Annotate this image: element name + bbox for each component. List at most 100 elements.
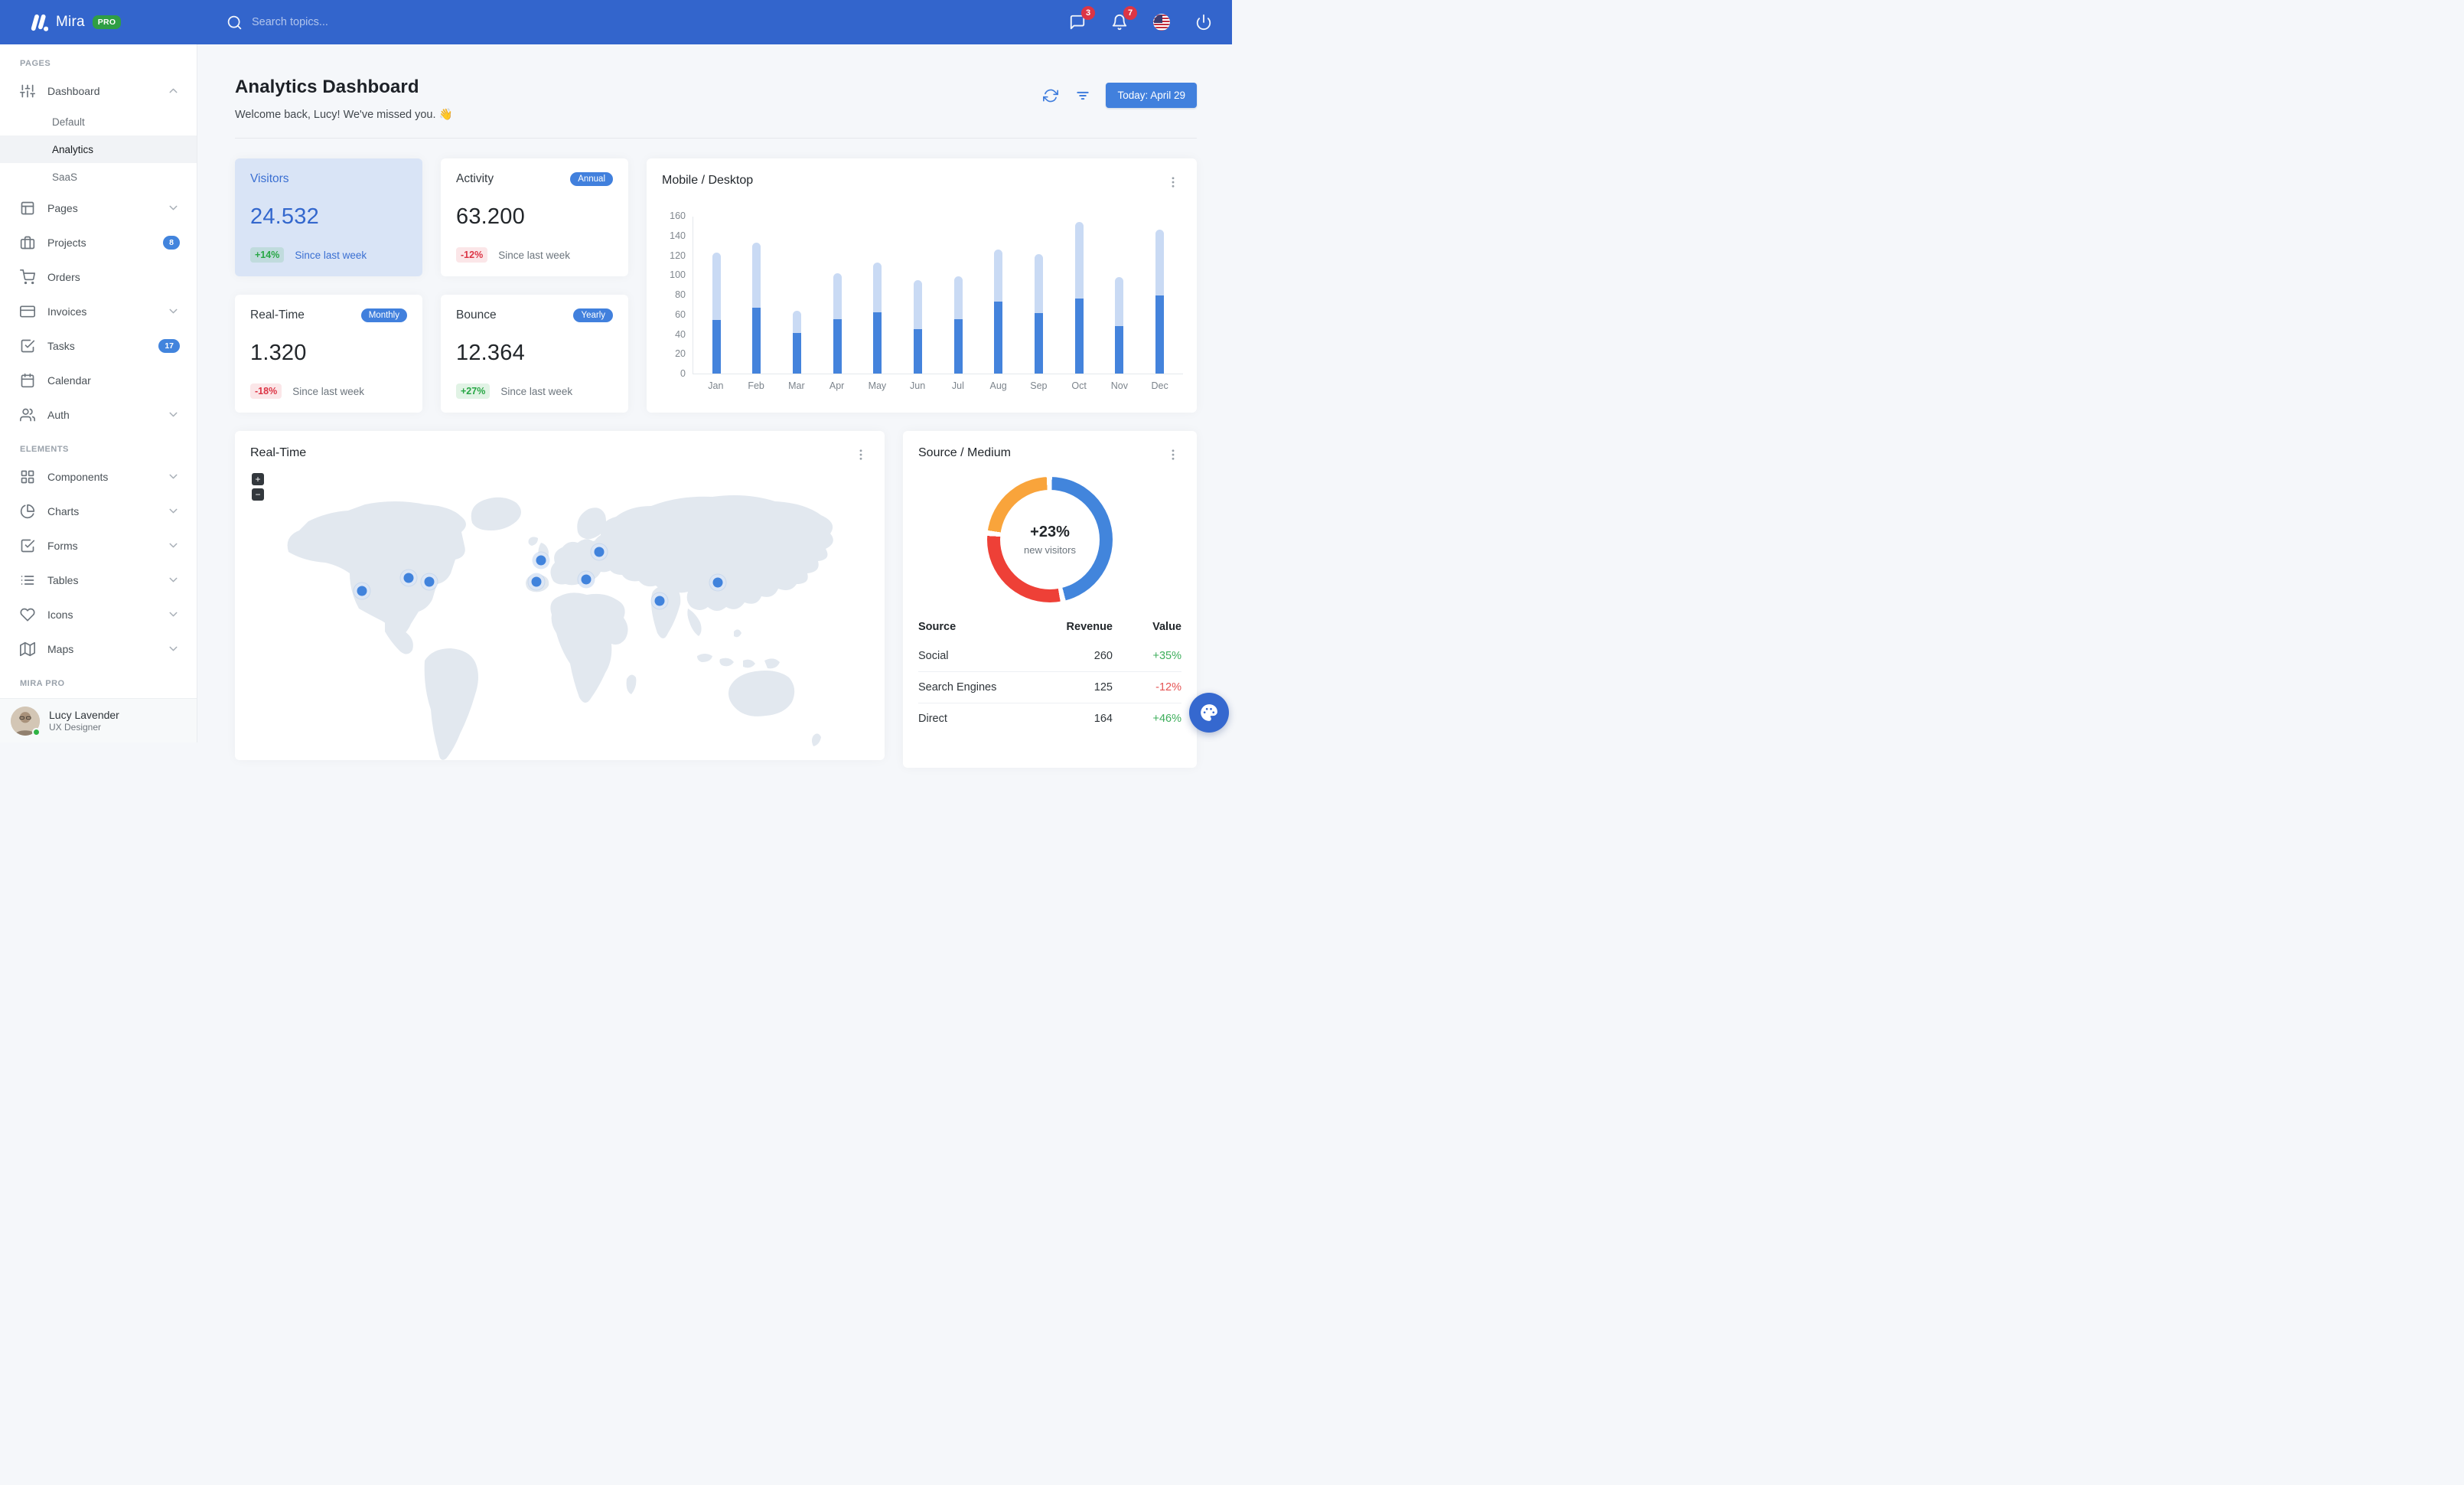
user-name: Lucy Lavender <box>49 708 119 721</box>
bar-dec <box>1155 230 1165 374</box>
y-axis-tick: 160 <box>670 211 686 221</box>
chart-menu-button[interactable] <box>1165 174 1181 191</box>
stat-value: 24.532 <box>250 204 319 229</box>
power-icon <box>1195 14 1212 31</box>
map-marker <box>594 547 605 557</box>
bar-sep <box>1035 254 1044 374</box>
navbar-actions: 3 7 <box>1067 6 1232 32</box>
y-axis-tick: 100 <box>670 269 686 281</box>
stat-title: Bounce <box>456 308 497 321</box>
chevron-down-icon <box>167 573 180 586</box>
filter-button[interactable] <box>1074 86 1092 105</box>
stat-caption: Since last week <box>500 385 573 397</box>
mobile-desktop-card: Mobile / Desktop 0 20 40 60 80 100 120 140 160 J… <box>647 158 1197 413</box>
more-vertical-icon <box>1166 448 1180 462</box>
stat-period-badge: Yearly <box>573 308 613 322</box>
bar-jan <box>712 252 721 374</box>
stat-value: 12.364 <box>456 340 525 365</box>
sidebar-item-components[interactable]: Components <box>0 459 197 494</box>
x-axis-label: Nov <box>1110 380 1128 391</box>
stat-delta-chip: +14% <box>250 247 285 263</box>
sidebar-subitem-default[interactable]: Default <box>0 108 197 135</box>
sidebar-item-tables[interactable]: Tables <box>0 563 197 597</box>
stat-title: Visitors <box>250 172 289 185</box>
stat-delta-chip: +27% <box>456 383 491 399</box>
x-axis-label: May <box>868 380 887 391</box>
stat-caption: Since last week <box>498 249 570 261</box>
sidebar-item-label: Invoices <box>47 305 87 318</box>
stat-caption: Since last week <box>295 249 367 261</box>
sidebar-subitem-analytics[interactable]: Analytics <box>0 135 197 163</box>
refresh-button[interactable] <box>1041 86 1060 105</box>
y-axis-tick: 80 <box>675 289 686 300</box>
chevron-down-icon <box>167 305 180 318</box>
header-divider <box>235 138 1197 139</box>
heart-icon <box>20 607 35 622</box>
stat-card-bounce: Bounce Yearly 12.364 +27% Since last week <box>441 295 628 413</box>
online-status-dot <box>32 727 41 736</box>
sidebar-item-charts[interactable]: Charts <box>0 494 197 528</box>
messages-count-badge: 3 <box>1081 6 1095 20</box>
shopping-cart-icon <box>20 269 35 285</box>
calendar-icon <box>20 373 35 388</box>
map-zoom-out-button[interactable]: − <box>252 488 264 501</box>
welcome-message: Welcome back, Lucy! We've missed you. 👋 <box>235 109 453 121</box>
sliders-icon <box>20 83 35 99</box>
notifications-button[interactable]: 7 <box>1110 6 1137 32</box>
realtime-map-card: Real-Time + − <box>235 431 885 760</box>
top-navbar: Mira PRO 3 7 <box>0 0 1232 44</box>
sidebar-item-label: Tasks <box>47 339 75 352</box>
sidebar-item-pages[interactable]: Pages <box>0 191 197 225</box>
table-row-direct: Direct 164 +46% <box>918 703 1181 735</box>
bar-jun <box>914 279 923 374</box>
date-range-button[interactable]: Today: April 29 <box>1106 83 1197 108</box>
sidebar-item-forms[interactable]: Forms <box>0 528 197 563</box>
page-title: Analytics Dashboard <box>235 77 419 97</box>
bar-chart-x-labels: Jan Feb Mar Apr May Jun Jul Aug Sep Oct Nov Dec <box>693 380 1183 391</box>
sidebar-item-label: Calendar <box>47 374 91 387</box>
sidebar-item-auth[interactable]: Auth <box>0 397 197 432</box>
refresh-icon <box>1043 88 1059 103</box>
sidebar-item-label: Projects <box>47 236 86 249</box>
sidebar-item-tasks[interactable]: Tasks 17 <box>0 328 197 363</box>
credit-card-icon <box>20 304 35 319</box>
language-button[interactable] <box>1152 12 1172 32</box>
map-marker <box>536 555 546 566</box>
x-axis-label: Aug <box>989 380 1007 391</box>
sidebar-item-projects[interactable]: Projects 8 <box>0 225 197 259</box>
us-flag-icon <box>1153 14 1170 31</box>
sidebar-item-invoices[interactable]: Invoices <box>0 294 197 328</box>
bar-feb <box>752 242 761 374</box>
y-axis-tick: 60 <box>675 308 686 320</box>
chevron-down-icon <box>167 504 180 517</box>
brand[interactable]: Mira PRO <box>0 12 197 33</box>
source-menu-button[interactable] <box>1165 446 1181 463</box>
sidebar-item-label: Maps <box>47 642 74 655</box>
sidebar-item-icons[interactable]: Icons <box>0 597 197 632</box>
source-table: Source Revenue Value Social 260 +35% Search E… <box>918 612 1181 734</box>
sidebar-subitem-saas[interactable]: SaaS <box>0 163 197 191</box>
x-axis-label: Dec <box>1151 380 1168 391</box>
search-input[interactable] <box>252 16 420 28</box>
sidebar-item-orders[interactable]: Orders <box>0 259 197 294</box>
stat-title: Activity <box>456 172 494 185</box>
sidebar-section-label: PAGES <box>20 59 51 68</box>
y-axis-tick: 20 <box>675 348 686 360</box>
sidebar-item-dashboard[interactable]: Dashboard <box>0 73 197 108</box>
sidebar-item-label: Auth <box>47 408 70 421</box>
theme-settings-button[interactable] <box>1189 693 1229 733</box>
chevron-up-icon <box>167 84 180 97</box>
bar-mar <box>793 310 802 374</box>
bar-may <box>873 262 882 374</box>
sidebar-count-badge: 8 <box>163 235 180 250</box>
sidebar-user[interactable]: Lucy Lavender UX Designer <box>0 698 197 742</box>
sidebar-section-label: MIRA PRO <box>20 679 65 688</box>
stat-value: 63.200 <box>456 204 525 229</box>
chevron-down-icon <box>167 201 180 214</box>
sidebar-item-maps[interactable]: Maps <box>0 632 197 666</box>
sign-out-button[interactable] <box>1194 12 1214 32</box>
sidebar-item-calendar[interactable]: Calendar <box>0 363 197 397</box>
main-content: Analytics Dashboard Welcome back, Lucy! … <box>197 44 1232 768</box>
map-zoom-in-button[interactable]: + <box>252 473 264 485</box>
messages-button[interactable]: 3 <box>1067 6 1095 32</box>
